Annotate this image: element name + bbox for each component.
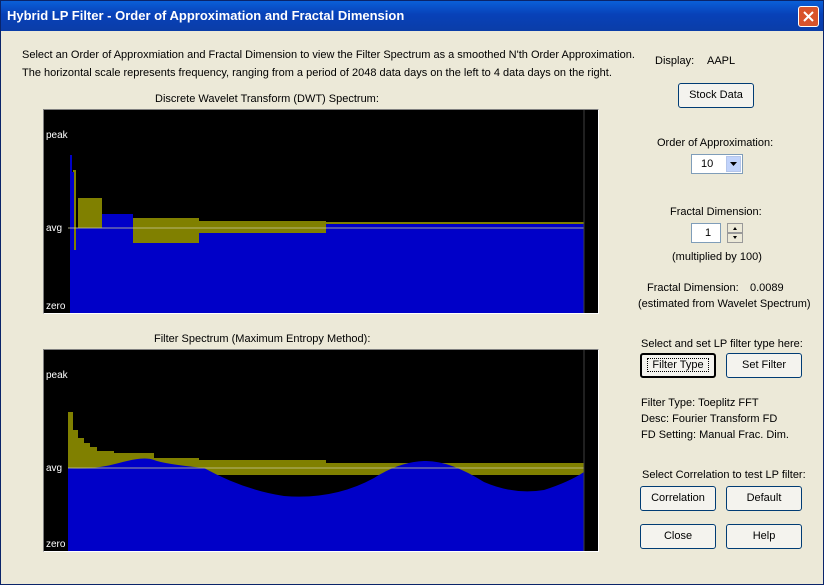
fractal-dimension-label: Fractal Dimension:: [670, 206, 762, 218]
dwt-spectrum-graphic: [68, 110, 598, 313]
help-button[interactable]: Help: [726, 524, 802, 549]
fractal-dimension-spinner[interactable]: [727, 223, 743, 244]
filter-type-info: Filter Type: Toeplitz FFT: [641, 397, 759, 409]
filter-desc-info: Desc: Fourier Transform FD: [641, 413, 778, 425]
filter-spectrum-plot: peak avg zero: [43, 349, 599, 552]
dwt-peak-label: peak: [46, 130, 68, 141]
arrow-down-icon: [733, 236, 737, 239]
chevron-down-icon: [730, 162, 737, 166]
dwt-avg-label: avg: [46, 223, 63, 234]
filter-type-button[interactable]: Filter Type: [640, 353, 716, 378]
dwt-spectrum-plot: peak avg zero: [43, 109, 599, 314]
intro-text: Select an Order of Approxmiation and Fra…: [22, 46, 635, 82]
stock-data-button[interactable]: Stock Data: [678, 83, 754, 108]
intro-line-2: The horizontal scale represents frequenc…: [22, 67, 612, 79]
fractal-multiplier-note: (multiplied by 100): [672, 251, 762, 263]
dialog-window: Hybrid LP Filter - Order of Approximatio…: [0, 0, 824, 585]
dwt-caption: Discrete Wavelet Transform (DWT) Spectru…: [155, 93, 379, 105]
fractal-estimate-note: (estimated from Wavelet Spectrum): [638, 298, 811, 310]
filter-type-label: Filter Type: [647, 358, 709, 372]
fractal-estimate-value: 0.0089: [750, 282, 784, 294]
fractal-dimension-input[interactable]: 1: [691, 223, 721, 243]
filter-spectrum-graphic: [68, 350, 598, 551]
order-label: Order of Approximation:: [657, 137, 774, 149]
dropdown-button[interactable]: [726, 156, 741, 172]
default-button[interactable]: Default: [726, 486, 802, 511]
window-title: Hybrid LP Filter - Order of Approximatio…: [7, 8, 405, 23]
fractal-dimension-value: 1: [705, 227, 712, 239]
correlation-prompt: Select Correlation to test LP filter:: [642, 469, 806, 481]
close-icon: [803, 11, 814, 22]
close-button[interactable]: Close: [640, 524, 716, 549]
mem-peak-label: peak: [46, 370, 68, 381]
display-label: Display:: [655, 55, 695, 67]
mem-zero-label: zero: [46, 539, 66, 550]
fractal-estimate-label: Fractal Dimension:: [647, 282, 739, 294]
spin-down-button[interactable]: [727, 233, 743, 243]
intro-line-1: Select an Order of Approxmiation and Fra…: [22, 49, 635, 61]
spin-up-button[interactable]: [727, 223, 743, 233]
title-bar[interactable]: Hybrid LP Filter - Order of Approximatio…: [1, 1, 823, 31]
arrow-up-icon: [733, 227, 737, 230]
correlation-button[interactable]: Correlation: [640, 486, 716, 511]
display-value: AAPL: [707, 55, 736, 67]
close-window-button[interactable]: [798, 6, 819, 27]
order-select[interactable]: 10: [691, 154, 743, 174]
dwt-zero-label: zero: [46, 301, 66, 312]
order-value: 10: [701, 158, 714, 170]
mem-avg-label: avg: [46, 463, 63, 474]
fd-setting-info: FD Setting: Manual Frac. Dim.: [641, 429, 789, 441]
lp-filter-prompt: Select and set LP filter type here:: [641, 338, 803, 350]
mem-caption: Filter Spectrum (Maximum Entropy Method)…: [154, 333, 371, 345]
set-filter-button[interactable]: Set Filter: [726, 353, 802, 378]
